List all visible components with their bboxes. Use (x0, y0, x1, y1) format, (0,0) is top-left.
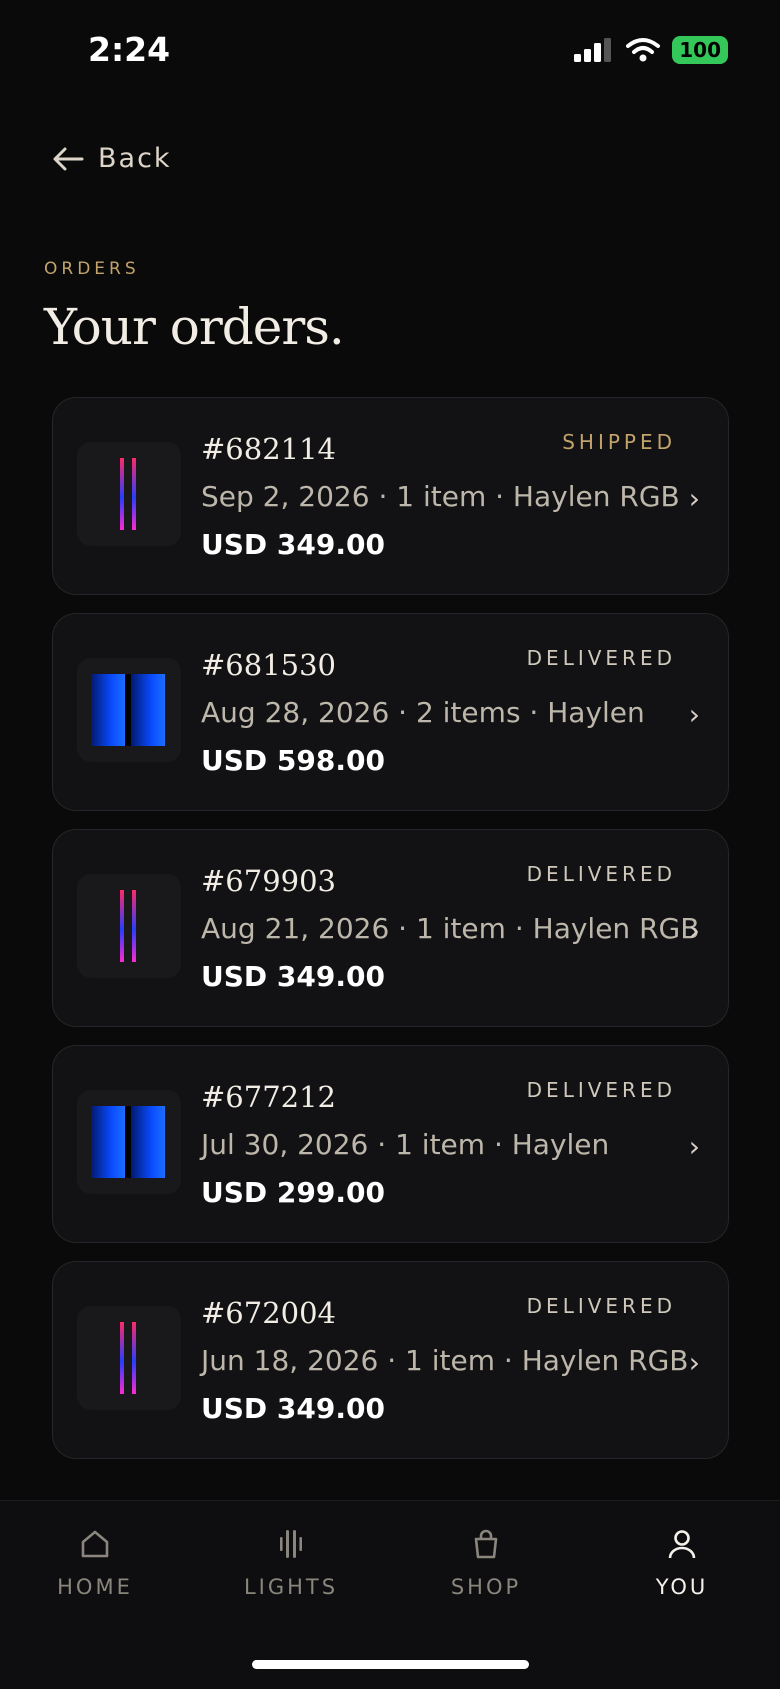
blue-panel (91, 674, 125, 746)
tab-shop[interactable]: SHOP (406, 1527, 566, 1599)
status-icons: 100 (574, 36, 728, 64)
section-eyebrow: ORDERS (44, 259, 140, 279)
rgb-strip (120, 1322, 124, 1394)
back-button[interactable]: Back (52, 143, 172, 174)
product-thumbnail (77, 874, 181, 978)
chevron-right-icon: › (688, 482, 700, 515)
order-card[interactable]: #672004 DELIVERED Jun 18, 2026 · 1 item · … (52, 1261, 729, 1459)
tab-home-label: HOME (57, 1575, 133, 1599)
rgb-strip (132, 890, 136, 962)
signal-icon (574, 38, 612, 62)
chevron-right-icon: › (688, 914, 700, 947)
order-status: DELIVERED (526, 1294, 676, 1318)
chevron-right-icon: › (688, 698, 700, 731)
wifi-icon (626, 38, 661, 62)
order-status: DELIVERED (526, 646, 676, 670)
order-meta: Aug 21, 2026 · 1 item · Haylen RGB (201, 912, 700, 945)
arrow-left-icon (53, 147, 84, 170)
product-thumbnail (77, 658, 181, 762)
order-number: #677212 (201, 1080, 337, 1114)
product-thumbnail (77, 1306, 181, 1410)
tab-you-label: YOU (655, 1575, 709, 1599)
lights-icon (280, 1530, 302, 1558)
order-price: USD 598.00 (201, 744, 385, 777)
order-number: #679903 (201, 864, 337, 898)
order-number: #682114 (201, 432, 337, 466)
order-status: DELIVERED (526, 862, 676, 886)
order-number: #672004 (201, 1296, 337, 1330)
status-time: 2:24 (88, 30, 171, 69)
blue-panel (131, 674, 165, 746)
home-indicator (252, 1660, 529, 1669)
order-card[interactable]: #679903 DELIVERED Aug 21, 2026 · 1 item · … (52, 829, 729, 1027)
home-icon (81, 1530, 109, 1558)
tab-lights[interactable]: LIGHTS (211, 1527, 371, 1599)
tab-shop-label: SHOP (450, 1575, 522, 1599)
order-card[interactable]: #681530 DELIVERED Aug 28, 2026 · 2 items ·… (52, 613, 729, 811)
product-thumbnail (77, 1090, 181, 1194)
rgb-strip (120, 890, 124, 962)
rgb-strip (120, 458, 124, 530)
order-price: USD 349.00 (201, 528, 385, 561)
order-card[interactable]: #677212 DELIVERED Jul 30, 2026 · 1 item · … (52, 1045, 729, 1243)
order-meta: Aug 28, 2026 · 2 items · Haylen (201, 696, 645, 729)
order-status: SHIPPED (562, 430, 676, 454)
orders-list: #682114 SHIPPED Sep 2, 2026 · 1 item · Hay… (52, 397, 729, 1477)
blue-panel (91, 1106, 125, 1178)
rgb-strip (132, 458, 136, 530)
person-icon (668, 1530, 696, 1559)
order-price: USD 349.00 (201, 1392, 385, 1425)
blue-panel (131, 1106, 165, 1178)
order-price: USD 299.00 (201, 1176, 385, 1209)
status-bar: 2:24 100 (0, 0, 780, 104)
order-status: DELIVERED (526, 1078, 676, 1102)
tab-lights-label: LIGHTS (243, 1575, 339, 1599)
bag-icon (474, 1529, 498, 1559)
order-meta: Sep 2, 2026 · 1 item · Haylen RGB (201, 480, 680, 513)
chevron-right-icon: › (688, 1346, 700, 1379)
back-label: Back (98, 143, 172, 174)
order-number: #681530 (201, 648, 337, 682)
order-card[interactable]: #682114 SHIPPED Sep 2, 2026 · 1 item · Hay… (52, 397, 729, 595)
order-meta: Jul 30, 2026 · 1 item · Haylen (201, 1128, 610, 1161)
tab-you[interactable]: YOU (602, 1527, 762, 1599)
rgb-strip (132, 1322, 136, 1394)
page-title: Your orders. (44, 298, 345, 356)
order-price: USD 349.00 (201, 960, 385, 993)
order-meta: Jun 18, 2026 · 1 item · Haylen RGB (201, 1344, 689, 1377)
battery-indicator: 100 (672, 36, 728, 64)
tab-home[interactable]: HOME (15, 1527, 175, 1599)
product-thumbnail (77, 442, 181, 546)
chevron-right-icon: › (688, 1130, 700, 1163)
